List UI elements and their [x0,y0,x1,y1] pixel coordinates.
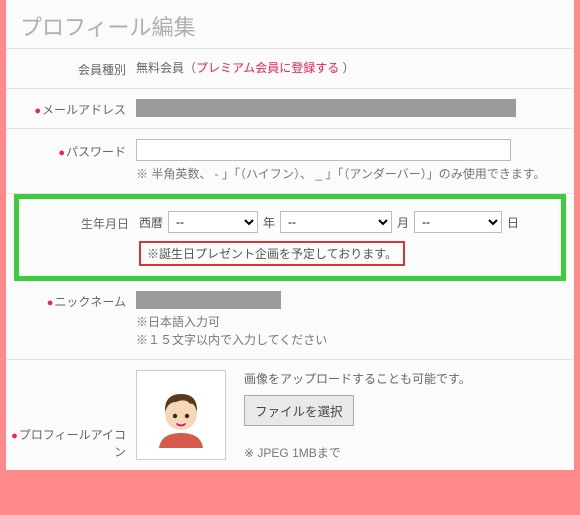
upload-text: 画像をアップロードすることも可能です。 [244,370,471,387]
avatar-controls: 画像をアップロードすることも可能です。 ファイルを選択 ※ JPEG 1MBまで [244,370,471,462]
email-value-wrap [136,99,574,117]
dob-note: ※誕生日プレゼント企画を予定しております。 [139,241,405,266]
password-row: ●パスワード ※ 半角英数、 - 」「（ハイフン）、 _ 」「（アンダーバー）」… [6,129,574,194]
password-label: パスワード [66,145,126,159]
avatar-label-wrap: ●プロフィールアイコン [6,370,136,460]
required-dot: ● [58,147,65,159]
password-value-wrap: ※ 半角英数、 - 」「（ハイフン）、 _ 」「（アンダーバー）」のみ使用できま… [136,139,574,183]
avatar-label: プロフィールアイコン [19,428,126,459]
required-dot: ● [34,105,41,117]
nickname-note1: ※日本語入力可 [136,313,556,331]
membership-row: 会員種別 無料会員（プレミアム会員に登録する ） [6,49,574,89]
email-label: メールアドレス [42,103,126,117]
avatar-limit-note: ※ JPEG 1MBまで [244,444,471,462]
month-suffix: 月 [397,214,409,231]
required-dot: ● [11,430,18,442]
membership-label: 会員種別 [6,59,136,78]
nickname-row: ●ニックネーム ※日本語入力可 ※１５文字以内で入力してください [6,281,574,360]
page-title: プロフィール編集 [6,0,574,48]
year-select[interactable]: -- [168,211,258,233]
nickname-note2: ※１５文字以内で入力してください [136,331,556,349]
nickname-value-wrap: ※日本語入力可 ※１５文字以内で入力してください [136,291,574,349]
avatar-row: ●プロフィールアイコン 画像をアップロードすることも可能です。 [6,360,574,462]
password-note: ※ 半角英数、 - 」「（ハイフン）、 _ 」「（アンダーバー）」のみ使用できま… [136,165,556,183]
nickname-label-wrap: ●ニックネーム [6,291,136,310]
dob-label: 生年月日 [19,211,139,266]
era-label: 西暦 [139,214,163,231]
avatar-value-wrap: 画像をアップロードすることも可能です。 ファイルを選択 ※ JPEG 1MBまで [136,370,574,462]
day-suffix: 日 [507,214,519,231]
profile-edit-page: プロフィール編集 会員種別 無料会員（プレミアム会員に登録する ） ●メールアド… [6,0,574,470]
file-select-button[interactable]: ファイルを選択 [244,395,354,426]
month-select[interactable]: -- [280,211,392,233]
password-input[interactable] [136,139,511,161]
password-label-wrap: ●パスワード [6,139,136,160]
year-suffix: 年 [263,214,275,231]
required-dot: ● [47,297,54,309]
email-row: ●メールアドレス [6,89,574,129]
membership-value: 無料会員 [136,61,184,75]
nickname-masked [136,291,281,309]
premium-link[interactable]: プレミアム会員に登録する [196,61,339,75]
avatar-icon [146,380,216,450]
membership-value-wrap: 無料会員（プレミアム会員に登録する ） [136,59,574,76]
email-masked [136,99,516,117]
dob-fields: 西暦 -- 年 -- 月 -- 日 ※誕生日プレゼント企画を予定しております。 [139,211,557,266]
email-label-wrap: ●メールアドレス [6,99,136,118]
avatar-preview [136,370,226,460]
nickname-label: ニックネーム [54,295,126,309]
day-select[interactable]: -- [414,211,502,233]
dob-section: 生年月日 西暦 -- 年 -- 月 -- 日 ※誕生日プレゼント企画を予定してお… [14,194,566,281]
dob-line: 西暦 -- 年 -- 月 -- 日 [139,211,557,233]
